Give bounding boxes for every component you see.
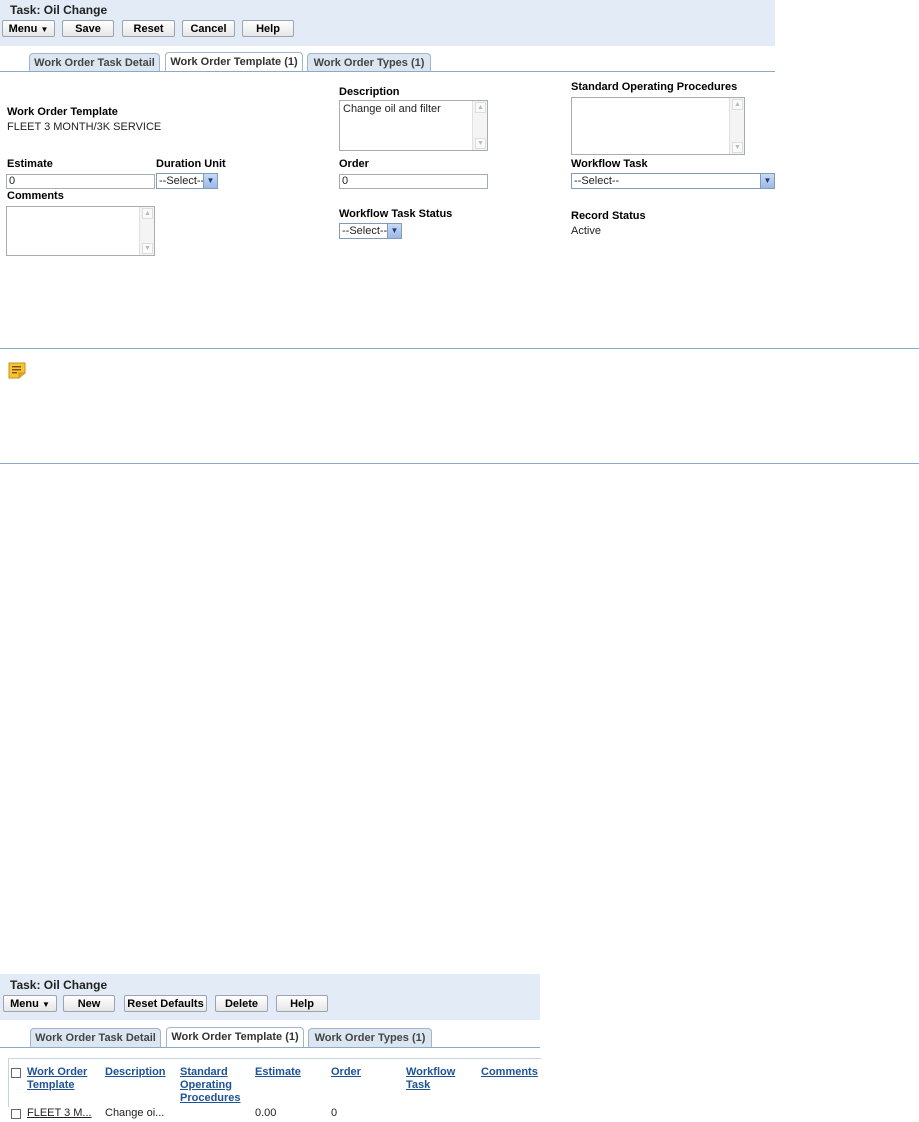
column-header-order[interactable]: Order [331,1066,361,1079]
header-line: Task [406,1079,431,1091]
workflow-task-value: --Select-- [574,175,620,187]
record-status-label: Record Status [571,210,646,222]
bottom-delete-button[interactable]: Delete [215,995,268,1012]
description-label: Description [339,86,400,98]
workflow-task-status-label: Workflow Task Status [339,208,453,220]
comments-field[interactable]: ▲ ▼ [6,206,155,256]
record-status-value: Active [571,225,601,237]
bottom-menu-button[interactable]: Menu ▼ [3,995,57,1012]
sop-label: Standard Operating Procedures [571,81,738,93]
bottom-tab-work-order-task-detail[interactable]: Work Order Task Detail [30,1028,161,1047]
workflow-task-label: Workflow Task [571,158,648,170]
estimate-field[interactable]: 0 [6,174,155,189]
column-header-workflow-task[interactable]: Workflow Task [406,1066,455,1092]
column-header-work-order-template[interactable]: Work Order Template [27,1066,87,1092]
top-menu-button[interactable]: Menu ▼ [2,20,55,37]
bottom-tabs-divider [0,1047,540,1048]
description-scrollbar[interactable]: ▲ ▼ [472,101,487,150]
row-estimate: 0.00 [255,1107,277,1119]
estimate-label: Estimate [7,158,53,170]
note-bottom-divider [0,463,919,464]
duration-unit-value: --Select-- [159,175,205,187]
scroll-down-icon[interactable]: ▼ [142,243,153,254]
note-icon[interactable] [8,362,26,379]
top-tab-work-order-task-detail[interactable]: Work Order Task Detail [29,53,160,72]
column-header-comments[interactable]: Comments [481,1066,538,1079]
workflow-task-status-value: --Select-- [342,225,388,237]
column-header-sop[interactable]: Standard Operating Procedures [180,1066,241,1105]
scroll-down-icon[interactable]: ▼ [732,142,743,153]
bottom-page-title: Task: Oil Change [10,978,108,992]
top-cancel-button[interactable]: Cancel [182,20,235,37]
row-work-order-template-link[interactable]: FLEET 3 M... [27,1107,92,1119]
header-line: Procedures [180,1092,241,1104]
comments-scrollbar[interactable]: ▲ ▼ [139,207,154,255]
table-row[interactable]: FLEET 3 M... Change oi... 0.00 0 [8,1106,540,1122]
duration-unit-select[interactable]: --Select-- ▼ [156,173,218,189]
bottom-reset-defaults-button[interactable]: Reset Defaults [124,995,207,1012]
chevron-down-icon: ▼ [41,1000,50,1009]
scroll-up-icon[interactable]: ▲ [475,102,486,113]
row-description: Change oi... [105,1107,165,1119]
top-save-button[interactable]: Save [62,20,114,37]
top-reset-button[interactable]: Reset [122,20,175,37]
top-menu-label: Menu [8,23,38,35]
bottom-menu-label: Menu [10,998,39,1010]
top-tab-work-order-template[interactable]: Work Order Template (1) [165,52,303,72]
description-field[interactable]: Change oil and filter ▲ ▼ [339,100,488,151]
select-all-checkbox[interactable] [11,1068,21,1078]
chevron-down-icon: ▼ [760,174,774,188]
top-tab-work-order-types[interactable]: Work Order Types (1) [307,53,431,72]
bottom-tab-work-order-types[interactable]: Work Order Types (1) [308,1028,432,1047]
bottom-tab-work-order-template[interactable]: Work Order Template (1) [166,1027,304,1047]
column-header-description[interactable]: Description [105,1066,166,1079]
scroll-up-icon[interactable]: ▲ [142,208,153,219]
header-line: Work Order [27,1066,88,1078]
scroll-up-icon[interactable]: ▲ [732,99,743,110]
scroll-down-icon[interactable]: ▼ [475,138,486,149]
order-label: Order [339,158,369,170]
bottom-new-button[interactable]: New [63,995,115,1012]
work-order-template-label: Work Order Template [7,106,118,118]
chevron-down-icon: ▼ [203,174,217,188]
workflow-task-status-select[interactable]: --Select-- ▼ [339,223,402,239]
top-header [0,0,775,46]
row-checkbox[interactable] [11,1109,21,1119]
top-page-title: Task: Oil Change [10,3,108,17]
top-tabs-divider [0,71,775,72]
header-line: Operating [180,1079,232,1091]
sop-scrollbar[interactable]: ▲ ▼ [729,98,744,154]
header-line: Workflow [406,1066,456,1078]
column-header-estimate[interactable]: Estimate [255,1066,301,1079]
sop-field[interactable]: ▲ ▼ [571,97,745,155]
note-top-divider [0,348,919,349]
order-field[interactable]: 0 [339,174,488,189]
chevron-down-icon: ▼ [387,224,401,238]
row-order: 0 [331,1107,338,1119]
description-value: Change oil and filter [343,103,441,115]
duration-unit-label: Duration Unit [156,158,226,170]
header-line: Template [27,1079,75,1091]
bottom-help-button[interactable]: Help [276,995,328,1012]
header-line: Standard [180,1066,228,1078]
comments-label: Comments [7,190,64,202]
top-help-button[interactable]: Help [242,20,294,37]
workflow-task-select[interactable]: --Select-- ▼ [571,173,775,189]
chevron-down-icon: ▼ [40,25,49,34]
work-order-template-value: FLEET 3 MONTH/3K SERVICE [7,121,162,133]
